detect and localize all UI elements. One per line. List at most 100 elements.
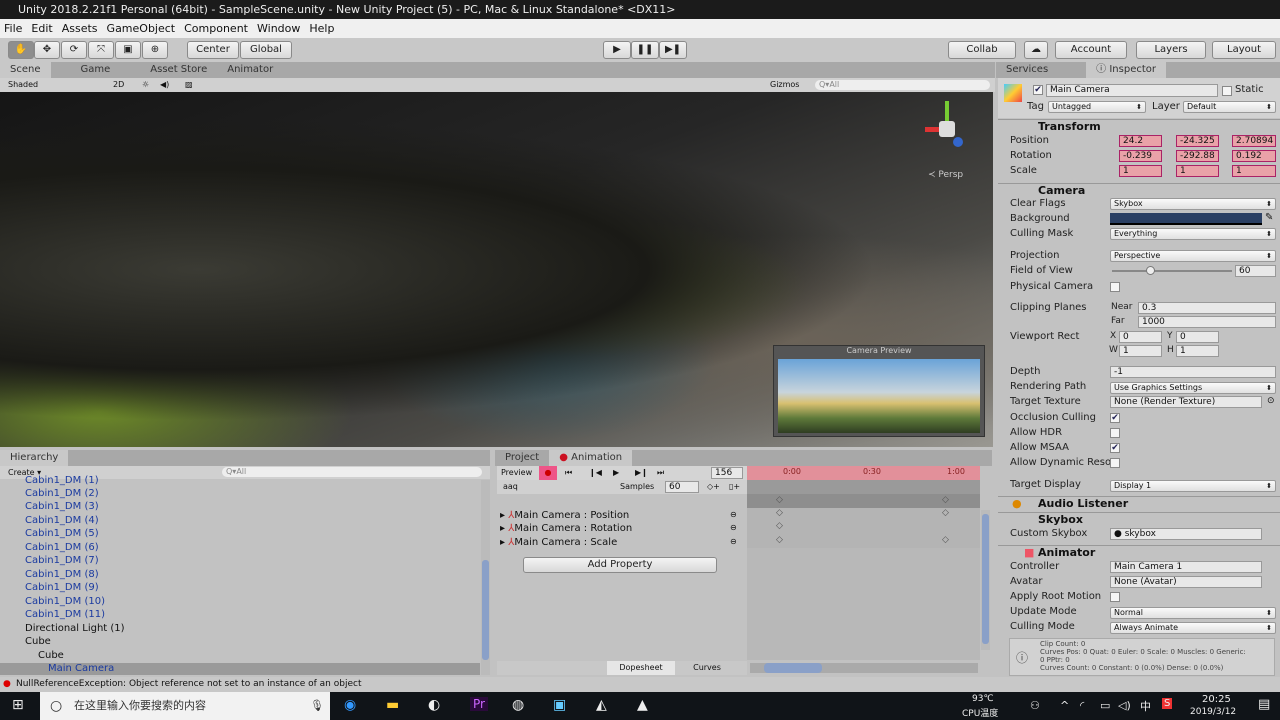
scale-x[interactable]: 1 bbox=[1119, 165, 1162, 177]
hand-tool-icon[interactable]: ✋ bbox=[8, 41, 34, 59]
add-event-icon[interactable]: ▯+ bbox=[729, 480, 740, 494]
near-field[interactable]: 0.3 bbox=[1138, 302, 1276, 314]
timeline-ruler[interactable]: 0:00 0:30 1:00 bbox=[747, 466, 980, 480]
pause-icon[interactable]: ❚❚ bbox=[631, 41, 659, 59]
keyframe-icon[interactable]: ◇ bbox=[776, 495, 783, 505]
status-bar[interactable]: ● NullReferenceException: Object referenc… bbox=[0, 677, 1280, 692]
camera-header[interactable]: Camera bbox=[998, 183, 1280, 197]
menu-file[interactable]: File bbox=[4, 19, 22, 38]
hierarchy-item[interactable]: Cabin1_DM (7) bbox=[25, 555, 99, 566]
tab-inspector[interactable]: ⓘ Inspector bbox=[1086, 62, 1167, 78]
volume-icon[interactable]: ◁) bbox=[1118, 699, 1131, 712]
occlusion-culling-checkbox[interactable]: ✔ bbox=[1110, 413, 1120, 423]
photos-icon[interactable]: ▲ bbox=[637, 697, 648, 713]
keyframe-icon[interactable]: ◇ bbox=[776, 535, 783, 545]
clip-dropdown[interactable]: aaq bbox=[503, 480, 518, 494]
effects-icon[interactable]: ▨ bbox=[185, 78, 193, 92]
background-color-swatch[interactable] bbox=[1110, 213, 1262, 225]
property-menu-icon[interactable]: ⊖ bbox=[730, 523, 737, 532]
move-tool-icon[interactable]: ✥ bbox=[34, 41, 60, 59]
rotation-x[interactable]: -0.239 bbox=[1119, 150, 1162, 162]
menu-help[interactable]: Help bbox=[309, 19, 334, 38]
animator-header[interactable]: ■ Animator bbox=[998, 545, 1280, 559]
keyframe-icon[interactable]: ◇ bbox=[776, 521, 783, 531]
physical-camera-checkbox[interactable] bbox=[1110, 282, 1120, 292]
allow-msaa-checkbox[interactable]: ✔ bbox=[1110, 443, 1120, 453]
skybox-header[interactable]: Skybox bbox=[998, 512, 1280, 526]
first-key-icon[interactable]: ⏮ bbox=[565, 466, 572, 480]
keyframe-icon[interactable]: ◇ bbox=[942, 495, 949, 505]
tab-scene[interactable]: Scene bbox=[0, 62, 51, 78]
add-property-button[interactable]: Add Property bbox=[523, 557, 717, 573]
record-button[interactable]: ● bbox=[539, 466, 557, 480]
collab-button[interactable]: Collab bbox=[948, 41, 1016, 59]
position-x[interactable]: 24.2 bbox=[1119, 135, 1162, 147]
animation-scrollbar[interactable] bbox=[981, 510, 990, 650]
taskbar-search-input[interactable]: ○ 在这里输入你要搜索的内容 🎙 bbox=[40, 692, 330, 720]
scale-tool-icon[interactable]: ⤧ bbox=[88, 41, 114, 59]
rendering-path-dropdown[interactable]: Use Graphics Settings bbox=[1110, 382, 1276, 394]
rotate-tool-icon[interactable]: ⟳ bbox=[61, 41, 87, 59]
premiere-icon[interactable]: Pr bbox=[470, 697, 488, 711]
menu-component[interactable]: Component bbox=[184, 19, 248, 38]
menu-window[interactable]: Window bbox=[257, 19, 300, 38]
persp-label[interactable]: ≺ Persp bbox=[928, 170, 963, 180]
property-row[interactable]: ▸ ⅄Main Camera : Rotation bbox=[500, 523, 632, 534]
chevron-up-icon[interactable]: ^ bbox=[1060, 699, 1069, 712]
transform-header[interactable]: Transform bbox=[998, 119, 1280, 133]
account-button[interactable]: Account bbox=[1055, 41, 1127, 59]
object-picker-icon[interactable]: ⊙ bbox=[1267, 396, 1275, 406]
tab-project[interactable]: Project bbox=[495, 450, 549, 466]
hierarchy-scrollbar[interactable] bbox=[481, 480, 490, 675]
hierarchy-item[interactable]: Cabin1_DM (2) bbox=[25, 488, 99, 499]
hierarchy-item[interactable]: Cabin1_DM (9) bbox=[25, 582, 99, 593]
notification-icon[interactable]: ▤ bbox=[1258, 697, 1270, 712]
transform-tool-icon[interactable]: ⊕ bbox=[142, 41, 168, 59]
menu-edit[interactable]: Edit bbox=[31, 19, 52, 38]
clock-date[interactable]: 2019/3/12 bbox=[1190, 707, 1236, 717]
fov-field[interactable]: 60 bbox=[1235, 265, 1276, 277]
unity-icon[interactable]: ◭ bbox=[596, 697, 607, 713]
2d-toggle[interactable]: 2D bbox=[113, 78, 124, 92]
file-explorer-icon[interactable]: ▬ bbox=[386, 697, 399, 713]
hierarchy-item[interactable]: Cabin1_DM (5) bbox=[25, 528, 99, 539]
dynamic-resolution-checkbox[interactable] bbox=[1110, 458, 1120, 468]
avatar-field[interactable]: None (Avatar) bbox=[1110, 576, 1262, 588]
layer-dropdown[interactable]: Default bbox=[1183, 101, 1276, 113]
lighting-icon[interactable]: ☼ bbox=[142, 78, 149, 92]
keyframe-icon[interactable]: ◇ bbox=[942, 508, 949, 518]
rect-tool-icon[interactable]: ▣ bbox=[115, 41, 141, 59]
audio-listener-header[interactable]: ● Audio Listener bbox=[998, 496, 1280, 510]
scene-search-input[interactable]: Q▾All bbox=[815, 80, 990, 90]
update-mode-dropdown[interactable]: Normal bbox=[1110, 607, 1276, 619]
global-button[interactable]: Global bbox=[240, 41, 292, 59]
dopesheet-tab[interactable]: Dopesheet bbox=[607, 661, 675, 675]
allow-hdr-checkbox[interactable] bbox=[1110, 428, 1120, 438]
controller-field[interactable]: Main Camera 1 bbox=[1110, 561, 1262, 573]
hierarchy-item-directional-light[interactable]: Directional Light (1) bbox=[25, 623, 125, 634]
scene-gizmo-icon[interactable] bbox=[915, 97, 975, 167]
rotation-y[interactable]: -292.88 bbox=[1176, 150, 1219, 162]
sogou-icon[interactable]: S bbox=[1162, 698, 1173, 709]
wifi-icon[interactable]: ◜ bbox=[1080, 699, 1084, 712]
viewport-h[interactable]: 1 bbox=[1176, 345, 1219, 357]
frame-field[interactable]: 156 bbox=[711, 467, 743, 479]
static-checkbox[interactable] bbox=[1222, 86, 1232, 96]
custom-skybox-field[interactable]: ● skybox bbox=[1110, 528, 1262, 540]
property-menu-icon[interactable]: ⊖ bbox=[730, 537, 737, 546]
hierarchy-item-main-camera[interactable]: Main Camera bbox=[48, 663, 114, 674]
app-icon[interactable]: ◍ bbox=[512, 697, 524, 713]
hierarchy-item[interactable]: Cabin1_DM (8) bbox=[25, 569, 99, 580]
people-icon[interactable]: ⚇ bbox=[1030, 699, 1040, 712]
last-key-icon[interactable]: ⏭ bbox=[657, 466, 664, 480]
hierarchy-item[interactable]: Cabin1_DM (6) bbox=[25, 542, 99, 553]
hierarchy-item[interactable]: Cabin1_DM (1) bbox=[25, 475, 99, 486]
tab-game[interactable]: Game bbox=[71, 62, 121, 78]
clock-time[interactable]: 20:25 bbox=[1202, 694, 1231, 705]
cloud-icon[interactable]: ☁ bbox=[1024, 41, 1048, 59]
tab-animation[interactable]: ● Animation bbox=[549, 450, 633, 466]
ime-indicator[interactable]: 中 bbox=[1140, 698, 1151, 714]
hierarchy-item-cube-child[interactable]: Cube bbox=[38, 650, 64, 661]
far-field[interactable]: 1000 bbox=[1138, 316, 1276, 328]
next-key-icon[interactable]: ▶❙ bbox=[635, 466, 648, 480]
